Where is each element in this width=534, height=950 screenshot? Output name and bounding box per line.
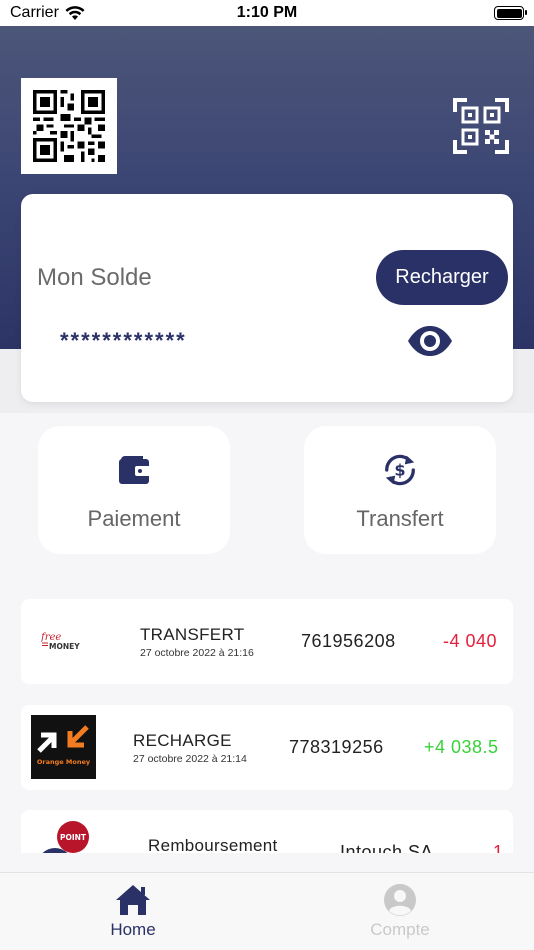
carrier-label: Carrier: [10, 4, 59, 21]
tx-type: Remboursement: [148, 836, 278, 853]
tx-date: 27 octobre 2022 à 21:16: [140, 647, 254, 659]
tx-number: Intouch SA: [340, 842, 434, 853]
free-money-logo-bottom: MONEY: [49, 642, 80, 651]
balance-label: Mon Solde: [37, 264, 152, 291]
tx-amount: 1: [493, 842, 504, 853]
currency-exchange-icon: $: [382, 452, 418, 488]
tx-amount: +4 038.5: [424, 737, 499, 757]
orange-money-logo: Orange Money: [31, 715, 96, 784]
battery-icon: [494, 6, 527, 20]
wifi-icon: [65, 5, 85, 20]
status-left: Carrier: [10, 4, 160, 22]
qr-code-icon[interactable]: [21, 78, 117, 174]
tx-type: TRANSFERT: [140, 625, 245, 644]
eye-icon[interactable]: [407, 325, 453, 357]
tab-account[interactable]: Compte: [340, 883, 460, 940]
qr-scan-button[interactable]: [453, 98, 509, 154]
tab-home-label: Home: [110, 920, 156, 939]
qr-scan-icon: [453, 98, 509, 154]
tab-bar: Home Compte: [0, 872, 534, 950]
status-right: [374, 6, 527, 20]
svg-text:$: $: [394, 461, 405, 480]
tab-home[interactable]: Home: [73, 883, 193, 940]
tx-amount: -4 040: [443, 631, 498, 651]
status-time: 1:10 PM: [236, 4, 298, 21]
orange-money-logo-text: Orange Money: [37, 758, 91, 766]
balance-hidden-value: ************: [60, 328, 187, 353]
list-item[interactable]: free MONEY TRANSFERT 27 octobre 2022 à 2…: [21, 599, 513, 684]
transfer-label: Transfert: [356, 506, 444, 531]
tx-number: 761956208: [301, 631, 396, 651]
home-icon: [116, 885, 150, 915]
payment-button[interactable]: Paiement: [38, 426, 230, 554]
transaction-list[interactable]: free MONEY TRANSFERT 27 octobre 2022 à 2…: [21, 599, 513, 853]
account-icon: [384, 884, 416, 916]
status-bar: Carrier 1:10 PM: [0, 0, 534, 26]
free-money-logo: free MONEY: [40, 631, 89, 656]
tab-account-label: Compte: [370, 920, 430, 939]
balance-card: Mon Solde Recharger ************: [21, 194, 513, 402]
tx-number: 778319256: [289, 737, 384, 757]
wallet-icon: [116, 452, 152, 488]
list-item[interactable]: POINT Remboursement Intouch SA 1: [21, 810, 513, 853]
point-logo-text: POINT: [60, 833, 87, 842]
tx-date: 27 octobre 2022 à 21:14: [133, 753, 247, 765]
payment-label: Paiement: [87, 506, 181, 531]
point-logo: POINT: [35, 820, 91, 853]
tx-type: RECHARGE: [133, 731, 232, 750]
recharge-button[interactable]: Recharger: [376, 250, 508, 305]
transfer-button[interactable]: $ Transfert: [304, 426, 496, 554]
list-item[interactable]: Orange Money RECHARGE 27 octobre 2022 à …: [21, 705, 513, 790]
